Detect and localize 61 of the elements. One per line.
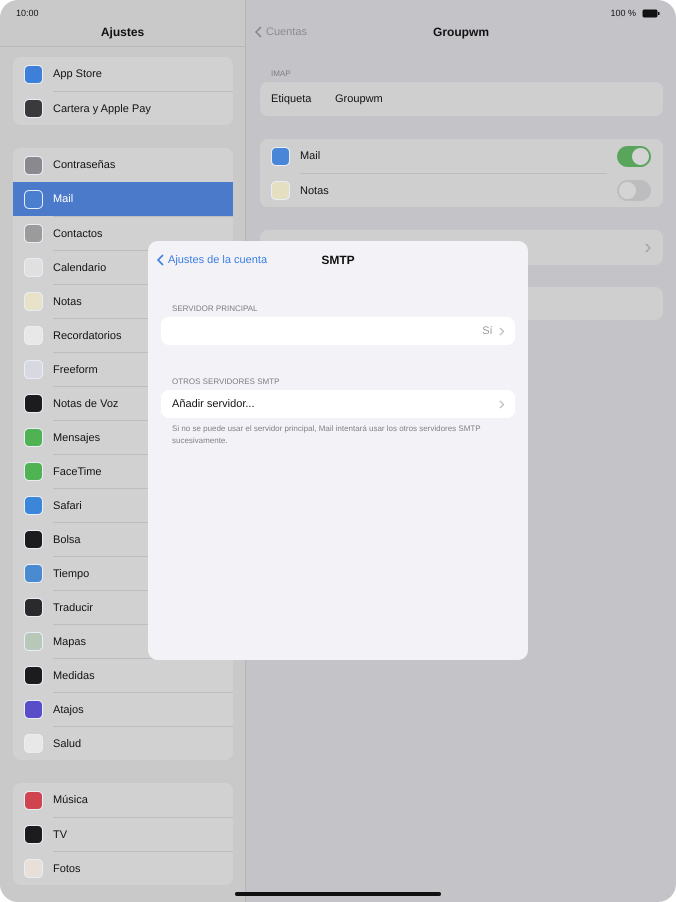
toggle-label: Mail: [300, 149, 322, 164]
item-label: Atajos: [53, 692, 233, 726]
app-icon: [24, 666, 43, 684]
status-time: 10:00: [16, 8, 39, 18]
sidebar-item[interactable]: Atajos: [13, 692, 233, 726]
app-icon: [24, 858, 43, 878]
app-icon: [24, 224, 43, 242]
app-icon: [24, 292, 43, 310]
chevron-icon: [498, 400, 504, 408]
app-icon: [24, 156, 43, 174]
sidebar-item[interactable]: App Store: [13, 57, 233, 91]
item-label: Mail: [53, 192, 74, 207]
back-chevron-icon: [157, 254, 164, 266]
server-row[interactable]: Añadir servidor...: [161, 390, 515, 418]
app-icon: [24, 394, 43, 412]
app-icon: [24, 790, 43, 810]
sidebar-item[interactable]: Fotos: [13, 851, 233, 885]
app-icon: [24, 632, 43, 650]
sidebar-item[interactable]: Salud: [13, 726, 233, 760]
battery-icon: [642, 9, 660, 18]
field-label: Etiqueta: [271, 93, 312, 105]
item-label: Salud: [53, 726, 233, 760]
app-icon: [24, 326, 43, 344]
item-label: TV: [53, 817, 233, 851]
chevron-icon: [498, 326, 504, 336]
app-icon: [271, 146, 290, 166]
chevron-icon: [645, 242, 651, 252]
section-label: IMAP: [270, 68, 292, 80]
app-icon: [24, 258, 43, 276]
app-icon: [24, 190, 43, 208]
sidebar-item[interactable]: Cartera y Apple Pay: [13, 91, 233, 125]
app-icon: [24, 360, 43, 378]
sidebar-item[interactable]: Mail: [13, 182, 233, 216]
app-icon: [24, 428, 43, 446]
toggle-label: Notas: [300, 172, 607, 208]
item-label: Cartera y Apple Pay: [53, 91, 233, 125]
item-label: Música: [53, 793, 89, 808]
dialog-title: SMTP: [321, 252, 355, 266]
sidebar-item[interactable]: Contraseñas: [13, 148, 233, 182]
item-label: Fotos: [53, 851, 233, 885]
sidebar-item[interactable]: Música: [13, 783, 233, 817]
sidebar-item[interactable]: TV: [13, 817, 233, 851]
app-icon: [24, 64, 43, 84]
app-icon: [24, 734, 43, 752]
app-icon: [24, 462, 43, 480]
app-icon: [24, 598, 43, 616]
app-icon: [24, 564, 43, 582]
app-icon: [24, 98, 43, 118]
app-icon: [24, 530, 43, 548]
app-icon: [24, 824, 43, 844]
app-icon: [24, 496, 43, 514]
app-icon: [24, 700, 43, 718]
page-title: Groupwm: [433, 25, 489, 39]
item-label: App Store: [53, 67, 103, 82]
battery-percent: 100 %: [610, 8, 636, 18]
item-label: Contraseñas: [53, 158, 116, 173]
back-chevron-icon: [255, 26, 262, 38]
toggle-switch[interactable]: [617, 146, 651, 166]
sidebar-title: Ajustes: [100, 25, 144, 39]
field-value: Groupwm: [335, 93, 383, 105]
app-icon: [271, 180, 290, 200]
